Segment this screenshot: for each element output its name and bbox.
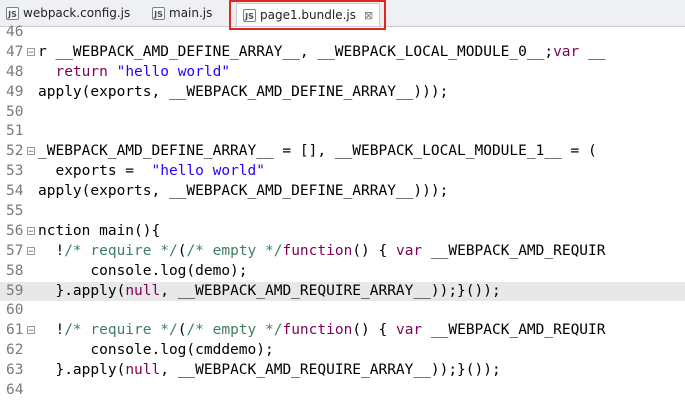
js-file-icon bbox=[152, 6, 165, 20]
code-line[interactable]: 64 bbox=[0, 381, 685, 401]
code-line[interactable]: 53 exports = "hello world" bbox=[0, 162, 685, 182]
tab-label: main.js bbox=[169, 6, 213, 20]
line-number: 63 bbox=[6, 362, 24, 379]
fold-collapse-icon[interactable] bbox=[27, 326, 35, 335]
code-line[interactable]: 62 console.log(cmddemo); bbox=[0, 341, 685, 361]
code-line[interactable]: 63 }.apply(null, __WEBPACK_AMD_REQUIRE_A… bbox=[0, 361, 685, 381]
line-number: 55 bbox=[6, 203, 24, 220]
line-number: 54 bbox=[6, 183, 24, 200]
line-number: 50 bbox=[6, 103, 24, 120]
code-editor[interactable]: 46 47 r __WEBPACK_AMD_DEFINE_ARRAY__, __WE… bbox=[0, 23, 685, 402]
line-number: 52 bbox=[6, 143, 24, 160]
tab-main[interactable]: main.js bbox=[152, 2, 212, 24]
js-file-icon bbox=[6, 6, 19, 20]
fold-collapse-icon[interactable] bbox=[27, 147, 35, 156]
line-number: 51 bbox=[6, 123, 24, 140]
code-line[interactable]: 58 console.log(demo); bbox=[0, 262, 685, 282]
code-line[interactable]: 48 return "hello world" bbox=[0, 63, 685, 83]
line-number: 60 bbox=[6, 302, 24, 319]
fold-collapse-icon[interactable] bbox=[27, 226, 35, 235]
code-line[interactable]: 54 apply(exports, __WEBPACK_AMD_DEFINE_AR… bbox=[0, 182, 685, 202]
code-text: apply(exports, __WEBPACK_AMD_DEFINE_ARRA… bbox=[38, 83, 449, 100]
line-number: 57 bbox=[6, 242, 24, 259]
code-text: r __WEBPACK_AMD_DEFINE_ARRAY__, __WEBPAC… bbox=[38, 43, 606, 60]
code-text: console.log(cmddemo); bbox=[38, 342, 274, 359]
code-text: nction main(){ bbox=[38, 222, 161, 239]
code-line[interactable]: 59 }.apply(null, __WEBPACK_AMD_REQUIRE_A… bbox=[0, 281, 685, 302]
code-line[interactable]: 57 !/* require */(/* empty */function() … bbox=[0, 242, 685, 262]
line-number: 47 bbox=[6, 43, 24, 60]
line-number: 53 bbox=[6, 163, 24, 180]
tab-label: webpack.config.js bbox=[23, 6, 131, 20]
code-text: }.apply(null, __WEBPACK_AMD_REQUIRE_ARRA… bbox=[38, 282, 501, 299]
code-text: console.log(demo); bbox=[38, 262, 248, 279]
line-number: 46 bbox=[6, 24, 24, 40]
code-text: !/* require */(/* empty */function() { v… bbox=[38, 322, 606, 339]
code-line[interactable]: 51 bbox=[0, 122, 685, 142]
line-number: 62 bbox=[6, 342, 24, 359]
line-number: 64 bbox=[6, 382, 24, 399]
tab-webpack-config[interactable]: webpack.config.js bbox=[6, 2, 130, 24]
line-number: 48 bbox=[6, 63, 24, 80]
line-number: 49 bbox=[6, 83, 24, 100]
code-line[interactable]: 55 bbox=[0, 202, 685, 222]
code-line[interactable]: 61 !/* require */(/* empty */function() … bbox=[0, 321, 685, 341]
code-text: exports = "hello world" bbox=[38, 163, 265, 180]
line-number: 61 bbox=[6, 322, 24, 339]
code-text: !/* require */(/* empty */function() { v… bbox=[38, 242, 606, 259]
code-line[interactable]: 50 bbox=[0, 103, 685, 123]
code-line[interactable]: 46 bbox=[0, 23, 685, 43]
code-text: return "hello world" bbox=[55, 63, 231, 80]
code-text: apply(exports, __WEBPACK_AMD_DEFINE_ARRA… bbox=[38, 183, 449, 200]
fold-collapse-icon[interactable] bbox=[27, 47, 35, 56]
code-text: }.apply(null, __WEBPACK_AMD_REQUIRE_ARRA… bbox=[38, 362, 501, 379]
line-number: 59 bbox=[6, 282, 24, 299]
code-text: _WEBPACK_AMD_DEFINE_ARRAY__ = [], __WEBP… bbox=[38, 143, 597, 160]
code-line[interactable]: 47 r __WEBPACK_AMD_DEFINE_ARRAY__, __WEBP… bbox=[0, 43, 685, 63]
code-line[interactable]: 60 bbox=[0, 301, 685, 321]
line-number: 56 bbox=[6, 222, 24, 239]
code-line[interactable]: 52 _WEBPACK_AMD_DEFINE_ARRAY__ = [], __WE… bbox=[0, 142, 685, 162]
code-line[interactable]: 49 apply(exports, __WEBPACK_AMD_DEFINE_AR… bbox=[0, 83, 685, 103]
fold-collapse-icon[interactable] bbox=[27, 246, 35, 255]
line-number: 58 bbox=[6, 262, 24, 279]
code-line[interactable]: 56 nction main(){ bbox=[0, 222, 685, 242]
